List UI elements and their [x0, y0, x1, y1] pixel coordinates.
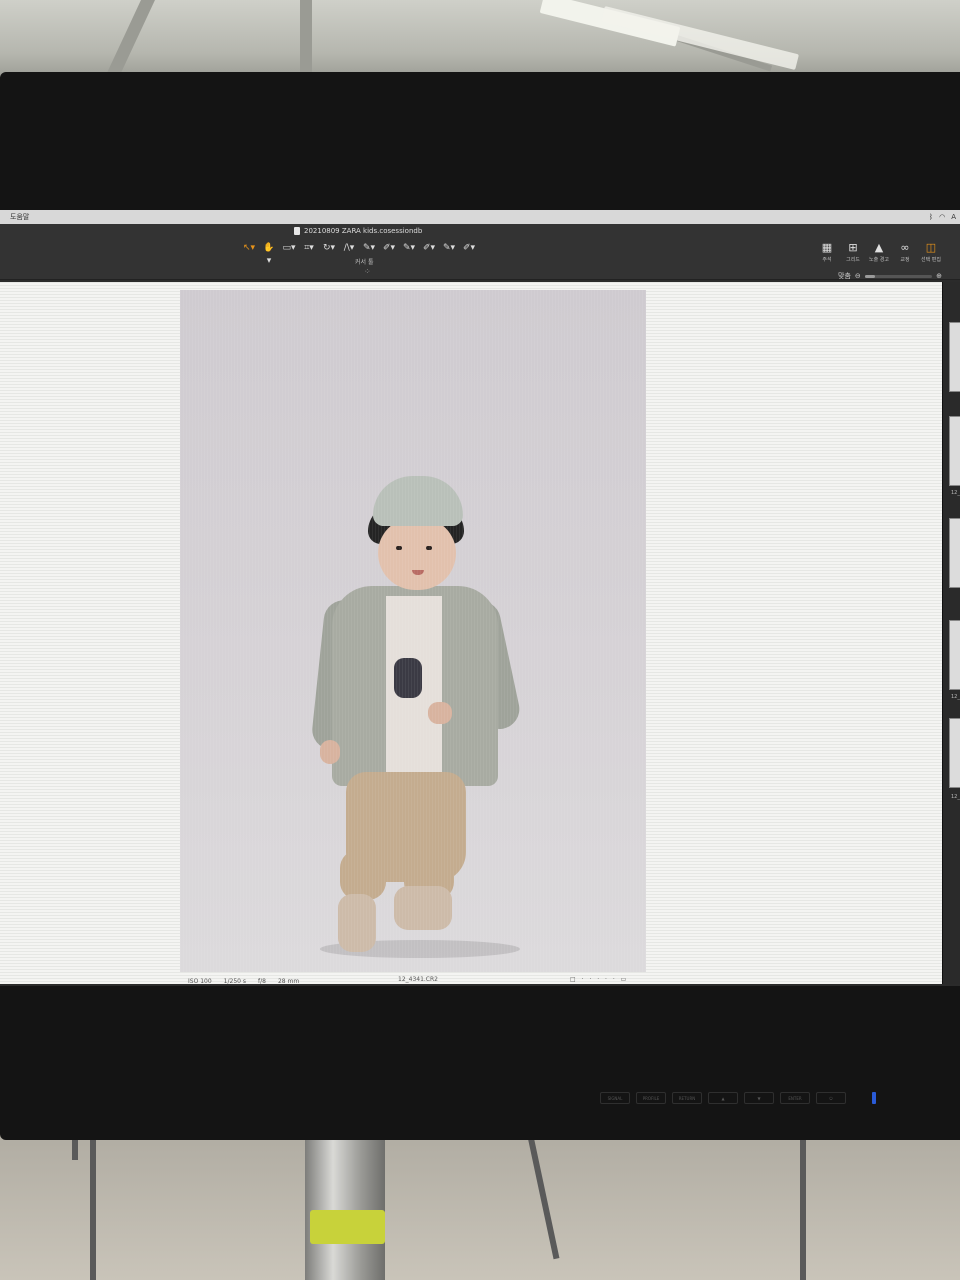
image-viewer[interactable]: ISO 100 1/250 s f/8 28 mm 12_4341.CR2 □ … — [0, 282, 942, 986]
image-rating[interactable]: □ · · · · · ▭ — [570, 976, 628, 983]
photo-preview[interactable] — [180, 290, 646, 972]
child-hair — [368, 504, 464, 544]
monitor-osd-button[interactable]: ▼ — [744, 1092, 774, 1104]
tshirt-print — [394, 658, 422, 698]
cursor-tools: ↖▾ ✋▾ ▭▾ ⌗▾ ↻▾ /\▾ ✎▾ ✐▾ ✎▾ ✐▾ ✎▾ ✐▾ — [242, 242, 476, 266]
filmstrip-thumb[interactable] — [949, 620, 960, 690]
child-face — [378, 518, 456, 590]
power-led-icon — [872, 1092, 876, 1104]
view-tool-icon: ∞ — [900, 241, 910, 254]
screen-lower-edge — [0, 986, 960, 1060]
tool-button[interactable]: ✋▾ — [262, 242, 276, 266]
view-tool-button[interactable]: ▲ 노출 경고 — [869, 241, 889, 263]
input-source-icon[interactable]: A — [951, 210, 956, 224]
tool-caption: 커서 툴 — [355, 259, 374, 266]
child-jacket — [332, 586, 498, 786]
exif-aperture: f/8 — [258, 977, 266, 985]
filmstrip-thumb[interactable] — [949, 322, 960, 392]
view-tool-icon: ▲ — [874, 241, 884, 254]
tool-button[interactable]: ✎▾ — [442, 242, 456, 255]
view-tool-label: 노출 경고 — [869, 257, 889, 263]
zoom-fit-label[interactable]: 맞춤 — [838, 271, 851, 281]
light-stand-pole — [305, 1135, 385, 1280]
menu-status-icons: ᛒ ◠ A — [929, 210, 956, 224]
view-tool-button[interactable]: ◫ 선택 편집 — [921, 241, 941, 263]
view-tool-label: 교정 — [900, 257, 910, 263]
child-leg-left — [340, 850, 386, 900]
monitor-osd-button[interactable]: ENTER — [780, 1092, 810, 1104]
child-beanie — [373, 476, 463, 526]
child-eye-left — [396, 546, 402, 550]
child-hand-right — [428, 702, 452, 724]
monitor-osd-buttons: SIGNAL PROFILE RETURN ▲ ▼ ENTER ⏻ — [600, 1092, 876, 1104]
loading-spinner-icon: ⁘ — [364, 267, 371, 276]
monitor-osd-button[interactable]: ▲ — [708, 1092, 738, 1104]
menu-help[interactable]: 도움말 — [10, 213, 29, 221]
mac-menu-bar: 도움말 ᛒ ◠ A — [0, 210, 960, 224]
tool-button[interactable]: ▭▾ — [282, 242, 296, 255]
child-leg-right — [404, 850, 454, 900]
image-filename: 12_4341.CR2 — [398, 976, 438, 983]
monitor-osd-button[interactable]: SIGNAL — [600, 1092, 630, 1104]
view-tool-label: 그리드 — [846, 257, 860, 263]
thumb-label: 12_ — [951, 794, 960, 800]
thumb-label: 12_ — [951, 694, 960, 700]
photo-scene: 도움말 ᛒ ◠ A 20210809 ZARA kids.cosessiondb… — [0, 0, 960, 1280]
tool-button[interactable]: ✎▾ — [362, 242, 376, 255]
zoom-in-icon[interactable]: ⊕ — [936, 272, 942, 280]
tool-button[interactable]: ↻▾ — [322, 242, 336, 255]
tool-button[interactable]: ✐▾ — [382, 242, 396, 255]
filmstrip-thumb[interactable] — [949, 518, 960, 588]
tool-button[interactable]: ✐▾ — [422, 242, 436, 255]
view-tool-button[interactable]: ⊞ 그리드 — [844, 241, 862, 263]
child-mouth — [412, 570, 424, 575]
wifi-icon[interactable]: ◠ — [939, 210, 945, 224]
exif-iso: ISO 100 — [188, 977, 212, 985]
view-tool-icon: ▦ — [821, 241, 833, 254]
view-tool-icon: ◫ — [925, 241, 937, 254]
thumb-label: 12_ — [951, 490, 960, 496]
tool-button[interactable]: /\▾ — [342, 242, 356, 255]
tool-button[interactable]: ⌗▾ — [302, 242, 316, 255]
child-shoe-left — [338, 894, 376, 952]
zoom-out-icon[interactable]: ⊖ — [855, 272, 861, 280]
view-tool-label: 주석 — [822, 257, 832, 263]
exif-focal-length: 28 mm — [277, 977, 300, 985]
monitor-osd-button[interactable]: ⏻ — [816, 1092, 846, 1104]
document-title: 20210809 ZARA kids.cosessiondb — [294, 227, 422, 235]
app-toolbar: 20210809 ZARA kids.cosessiondb ↖▾ ✋▾ ▭▾ ⌗▾ ↻… — [0, 224, 960, 280]
monitor-screen: 도움말 ᛒ ◠ A 20210809 ZARA kids.cosessiondb… — [0, 210, 960, 1060]
exif-shutter: 1/250 s — [223, 977, 246, 985]
filmstrip-panel: 12_ 12_ 12_ — [942, 282, 960, 984]
child-hand-left — [320, 740, 340, 764]
pole-tape-band — [310, 1210, 385, 1244]
child-sleeve-right — [456, 597, 524, 733]
view-tool-button[interactable]: ▦ 주석 — [818, 241, 836, 263]
child-shoe-right — [394, 886, 452, 930]
zoom-slider[interactable] — [864, 274, 933, 278]
filmstrip-thumb[interactable] — [949, 416, 960, 486]
view-tool-icon: ⊞ — [848, 241, 858, 254]
filmstrip-thumb[interactable] — [949, 718, 960, 788]
zoom-control: 맞춤 ⊖ ⊕ — [838, 272, 942, 280]
floor-shadow — [320, 940, 520, 958]
monitor-osd-button[interactable]: RETURN — [672, 1092, 702, 1104]
studio-floor — [0, 1130, 960, 1280]
child-sleeve-left — [310, 598, 366, 752]
tool-button[interactable]: ✎▾ — [402, 242, 416, 255]
document-icon — [294, 227, 300, 235]
child-tshirt — [386, 596, 442, 774]
monitor-osd-button[interactable]: PROFILE — [636, 1092, 666, 1104]
view-tools: ▦ 주석 ⊞ 그리드 ▲ 노출 경고 ∞ 교정 ◫ 선택 편집 — [818, 241, 941, 263]
image-info-bar: ISO 100 1/250 s f/8 28 mm 12_4341.CR2 □ … — [188, 976, 638, 986]
child-pants — [346, 772, 466, 882]
child-eye-right — [426, 546, 432, 550]
view-tool-button[interactable]: ∞ 교정 — [896, 241, 914, 263]
view-tool-label: 선택 편집 — [921, 257, 941, 263]
tool-button[interactable]: ✐▾ — [462, 242, 476, 255]
tool-button[interactable]: ↖▾ — [242, 242, 256, 255]
bluetooth-icon[interactable]: ᛒ — [929, 210, 933, 224]
